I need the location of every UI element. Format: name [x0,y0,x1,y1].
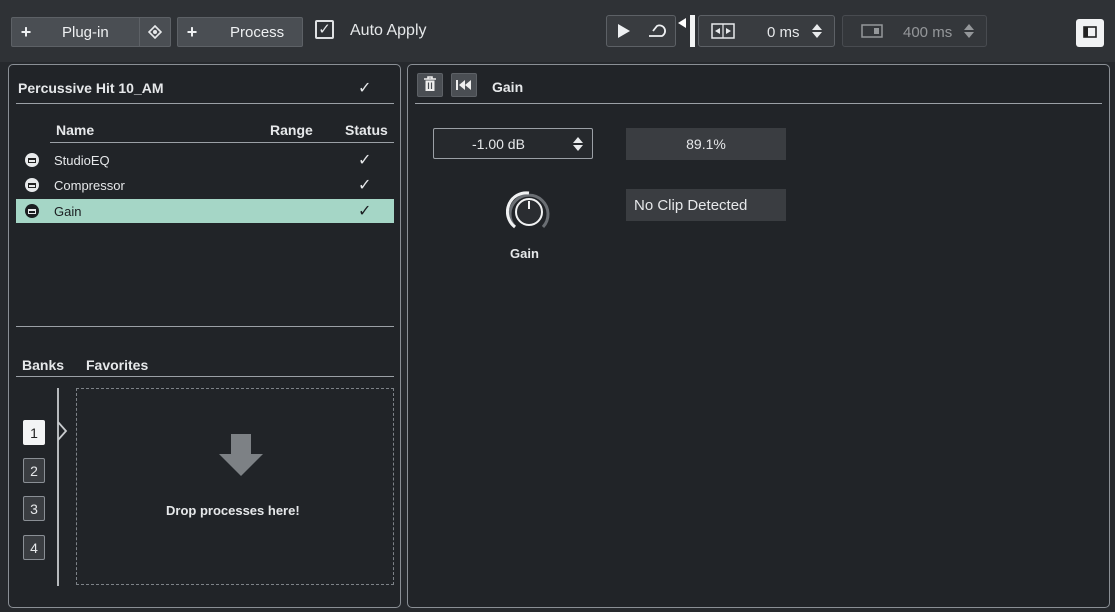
column-range[interactable]: Range [270,122,313,138]
bank-4-button[interactable]: 4 [23,535,45,560]
process-row-compressor[interactable]: Compressor ✓ [16,173,394,197]
delete-button[interactable] [417,73,443,97]
clip-title: Percussive Hit 10_AM [18,80,164,96]
pre-roll-icon [711,23,735,42]
process-name: StudioEQ [54,153,110,168]
auto-apply-label: Auto Apply [350,22,427,39]
pre-roll-value: 0 ms [767,24,800,41]
bank-1-button[interactable]: 1 [23,420,45,445]
gain-stepper-icon[interactable] [572,135,584,156]
section-divider [16,326,394,327]
panel-layout-icon [1083,25,1097,41]
play-icon[interactable] [616,23,632,42]
drop-zone-label: Drop processes here! [166,503,300,518]
plugin-menu-icon[interactable] [139,18,170,46]
bank-connector-icon [57,388,68,586]
clip-title-check-icon[interactable]: ✓ [358,78,371,98]
plus-icon[interactable]: + [12,18,40,46]
gain-knob-icon[interactable] [505,189,552,238]
editor-title: Gain [492,79,524,95]
drop-zone[interactable] [76,388,394,585]
drop-arrow-icon [217,434,265,481]
process-name: Gain [54,204,82,219]
transport-group [606,15,676,47]
column-status[interactable]: Status [345,122,388,138]
pre-roll-stepper-icon[interactable] [811,22,823,43]
gain-value-field[interactable]: -1.00 dB [433,128,593,159]
process-row-studioeq[interactable]: StudioEQ ✓ [16,148,394,172]
plugin-icon[interactable] [25,204,39,218]
post-roll-field[interactable]: 400 ms [842,15,987,47]
gain-knob-label: Gain [510,246,539,261]
gain-percent-display: 89.1% [626,128,786,160]
triangle-marker-icon [678,15,686,31]
post-roll-icon [861,24,883,41]
panel-layout-button[interactable] [1076,19,1104,47]
bypass-button[interactable] [451,73,477,97]
header-divider [50,142,394,143]
plus-icon: + [186,22,198,42]
status-check-icon[interactable]: ✓ [358,150,371,170]
trash-icon [423,75,437,95]
top-toolbar: + Plug-in + Process ✓ Auto Apply 0 ms 40… [0,0,1115,62]
gain-percent-text: 89.1% [686,136,726,152]
skip-back-icon [456,78,472,93]
playback-position-marker [690,15,695,47]
status-check-icon[interactable]: ✓ [358,175,371,195]
editor-title-divider [415,103,1102,104]
post-roll-value: 400 ms [903,24,953,41]
bank-2-button[interactable]: 2 [23,458,45,483]
tab-favorites[interactable]: Favorites [86,357,148,373]
gain-value-text: -1.00 dB [472,136,525,152]
plugin-icon[interactable] [25,178,39,192]
plugin-icon[interactable] [25,153,39,167]
clip-status-display: No Clip Detected [626,189,786,221]
pre-roll-field[interactable]: 0 ms [698,15,835,47]
plugin-button-label[interactable]: Plug-in [62,24,109,41]
bank-3-button[interactable]: 3 [23,496,45,521]
post-roll-stepper-icon[interactable] [963,22,975,43]
clip-status-text: No Clip Detected [634,196,748,214]
process-row-gain[interactable]: Gain ✓ [16,199,394,223]
plugin-button-group: + Plug-in [11,17,171,47]
tab-banks[interactable]: Banks [22,357,64,373]
status-check-icon[interactable]: ✓ [358,201,371,221]
process-button[interactable]: + Process [177,17,303,47]
loop-icon[interactable] [645,22,667,43]
column-name[interactable]: Name [56,122,94,138]
title-divider [16,103,394,104]
tabs-divider [16,376,394,377]
auto-apply-checkbox[interactable]: ✓ [315,20,334,39]
process-button-label: Process [230,23,285,41]
process-name: Compressor [54,178,125,193]
